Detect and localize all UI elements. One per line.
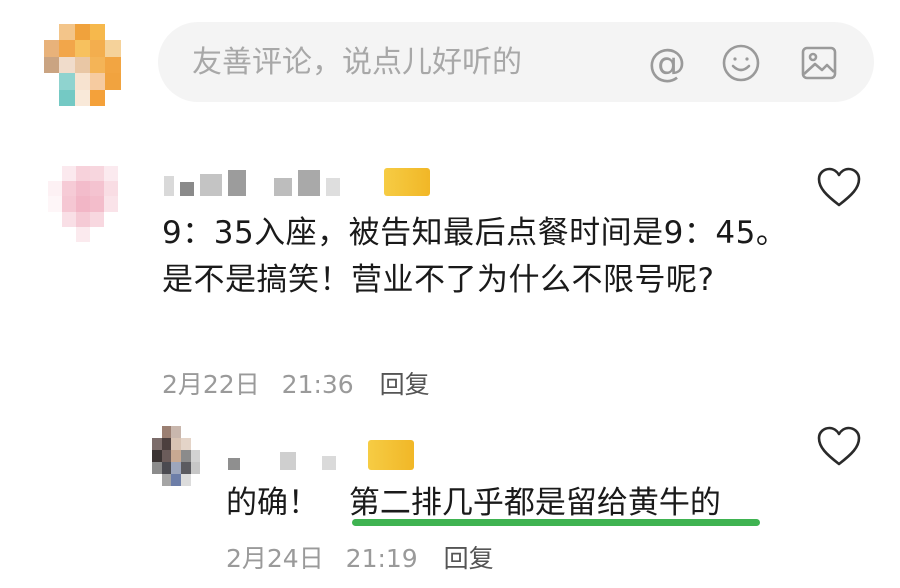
commenter-avatar [48,166,132,242]
comment-time: 21:36 [281,370,354,399]
comment-composer[interactable]: @ [158,22,874,102]
smile-icon[interactable] [720,42,762,84]
comment-date: 2月22日 [162,370,260,399]
reply-text-prefix: 的确！ [226,485,319,521]
replier-name-blurred[interactable] [228,440,414,470]
comment-text: 9：35入座，被告知最后点餐时间是9：45。是不是搞笑！营业不了为什么不限号呢? [162,215,788,298]
replier-avatar [152,426,210,486]
reply-time: 21:19 [345,544,418,573]
reply-text: 的确！ 第二排几乎都是留给黄牛的 [226,483,721,523]
at-icon[interactable]: @ [646,42,688,84]
reply-text-highlight: 第二排几乎都是留给黄牛的 [348,485,721,521]
image-icon[interactable] [798,42,840,84]
my-avatar [44,24,136,106]
reply-meta: 2月24日 21:19 回复 [226,539,494,575]
reply-button[interactable]: 回复 [444,544,494,573]
heart-icon[interactable] [816,166,862,208]
reply-button[interactable]: 回复 [380,370,430,399]
commenter-name-blurred[interactable] [164,168,430,196]
highlight-underline [352,519,760,526]
reply-date: 2月24日 [226,544,324,573]
comment-input[interactable] [192,22,612,102]
comment-meta: 2月22日 21:36 回复 [162,365,430,401]
heart-icon[interactable] [816,425,862,467]
